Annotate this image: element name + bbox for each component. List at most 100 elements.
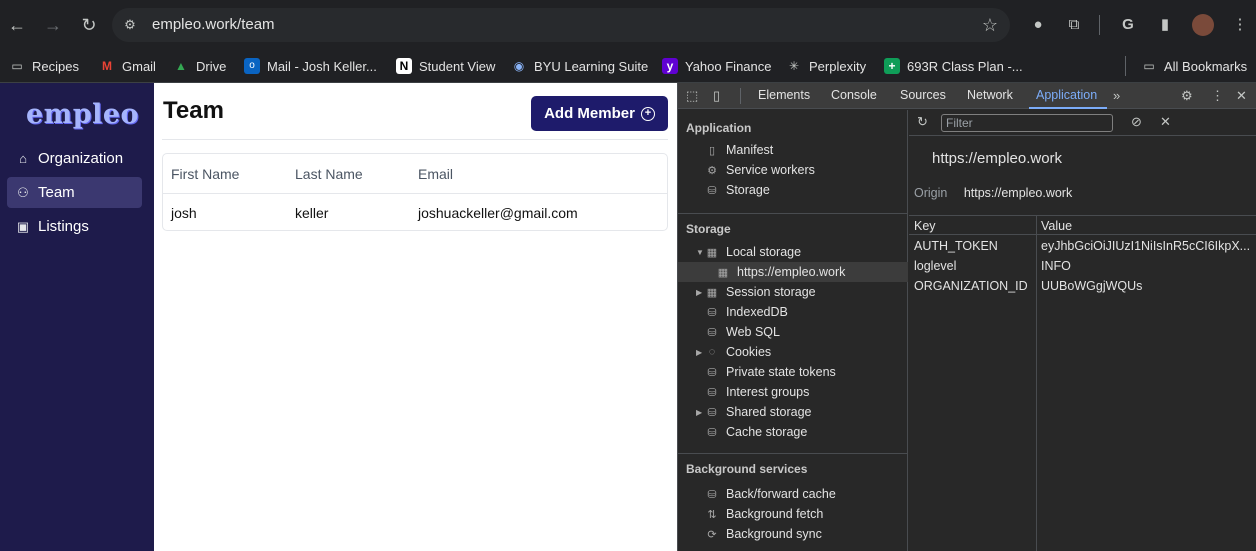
tree-item-service-workers[interactable]: ⚙ Service workers	[705, 160, 815, 180]
menu-dots-icon[interactable]: ⋮	[1229, 14, 1251, 36]
extensions-puzzle-icon[interactable]: ⧉	[1063, 14, 1085, 36]
tab-sources[interactable]: Sources	[900, 88, 946, 102]
tree-item-back-forward-cache[interactable]: ⛁ Back/forward cache	[705, 484, 835, 504]
tree-item-storage[interactable]: ⛁ Storage	[705, 180, 769, 200]
back-icon[interactable]: ←	[5, 13, 29, 37]
bookmark-item[interactable]: +693R Class Plan -...	[884, 55, 1023, 77]
bookmark-star-icon[interactable]: ☆	[982, 14, 998, 36]
tree-item-shared-storage[interactable]: ▶ ⛁ Shared storage	[696, 402, 811, 422]
tab-application[interactable]: Application	[1036, 88, 1097, 102]
origin-title: https://empleo.work	[932, 150, 1063, 167]
refresh-icon[interactable]: ↻	[917, 114, 928, 130]
tree-item-cache-storage[interactable]: ⛁ Cache storage	[705, 422, 807, 442]
origin-label: Origin	[914, 186, 948, 200]
google-icon[interactable]: G	[1117, 14, 1139, 36]
tree-item-local-storage-origin[interactable]: ▦ https://empleo.work	[716, 262, 846, 282]
more-options-icon[interactable]: ⋮	[1211, 88, 1224, 104]
database-icon: ⛁	[707, 306, 717, 319]
folder-icon: ▭	[11, 59, 23, 73]
tree-item-background-sync[interactable]: ⟳ Background sync	[705, 524, 822, 544]
bookmark-item[interactable]: ✳ Perplexity	[786, 55, 866, 77]
column-header-value[interactable]: Value	[1041, 219, 1072, 233]
yahoo-icon: y	[662, 58, 678, 74]
sidebar-item-team[interactable]: ⚇ Team	[7, 177, 142, 208]
tree-item-interest-groups[interactable]: ⛁ Interest groups	[705, 382, 809, 402]
more-tabs-icon[interactable]: »	[1113, 88, 1120, 104]
all-bookmarks[interactable]: ▭ All Bookmarks	[1141, 55, 1247, 77]
storage-detail-pane: ↻ Filter ⊘ ✕ https://empleo.work Origin …	[909, 110, 1256, 551]
row-divider	[163, 193, 667, 194]
database-icon: ⛁	[707, 386, 717, 399]
cookie-icon: ◌	[708, 346, 716, 358]
side-panel-icon[interactable]: ▮	[1154, 14, 1176, 36]
tree-item-private-state-tokens[interactable]: ⛁ Private state tokens	[705, 362, 835, 382]
bookmark-item[interactable]: ◉ BYU Learning Suite	[511, 55, 648, 77]
close-icon[interactable]: ✕	[1236, 88, 1247, 104]
devtools-tabbar: ⬚ ▯ Elements Console Sources Network App…	[678, 83, 1256, 109]
device-toolbar-icon[interactable]: ▯	[713, 88, 720, 104]
url-text[interactable]: empleo.work/team	[152, 16, 275, 34]
kv-value[interactable]: UUBoWGgjWQUs	[1041, 279, 1142, 293]
bookmark-item[interactable]: N Student View	[396, 55, 495, 77]
page-title: Team	[163, 97, 224, 124]
database-icon: ⛁	[707, 488, 717, 501]
address-bar[interactable]: ⚙ empleo.work/team ☆	[112, 8, 1010, 42]
tab-network[interactable]: Network	[967, 88, 1013, 102]
file-icon: ▯	[708, 144, 716, 157]
tree-item-local-storage[interactable]: ▼ ▦ Local storage	[696, 242, 801, 262]
kv-value[interactable]: INFO	[1041, 259, 1071, 273]
empleo-logo[interactable]: empleo	[26, 99, 139, 130]
tree-item-manifest[interactable]: ▯ Manifest	[705, 140, 773, 160]
perplexity-icon: ✳	[788, 59, 800, 73]
kv-key[interactable]: ORGANIZATION_ID	[914, 279, 1028, 293]
sidebar-item-label: Listings	[38, 218, 89, 235]
inspect-element-icon[interactable]: ⬚	[686, 88, 698, 104]
forward-icon[interactable]: →	[41, 13, 65, 37]
database-icon: ⛁	[707, 426, 717, 439]
expanded-triangle-icon: ▼	[696, 247, 704, 257]
briefcase-icon: ▣	[16, 218, 30, 234]
outlook-icon: o	[244, 58, 260, 74]
bookmarks-divider	[1125, 56, 1126, 76]
tab-console[interactable]: Console	[831, 88, 877, 102]
database-icon: ⛁	[707, 326, 717, 339]
bookmark-item[interactable]: ▭ Recipes	[9, 55, 79, 77]
tree-item-indexeddb[interactable]: ⛁ IndexedDB	[705, 302, 787, 322]
tree-item-cookies[interactable]: ▶ ◌ Cookies	[696, 342, 771, 362]
tree-item-web-sql[interactable]: ⛁ Web SQL	[705, 322, 780, 342]
bookmark-item[interactable]: o Mail - Josh Keller...	[244, 55, 377, 77]
notion-icon: N	[396, 58, 412, 74]
delete-selected-icon[interactable]: ✕	[1160, 114, 1171, 130]
bookmarks-bar: ▭ Recipes M Gmail ▲ Drive o Mail - Josh Kell…	[0, 50, 1256, 83]
tree-item-session-storage[interactable]: ▶ ▦ Session storage	[696, 282, 816, 302]
divider	[162, 139, 668, 140]
filter-toolbar: ↻ Filter ⊘ ✕	[909, 110, 1256, 136]
column-header: First Name	[171, 166, 240, 182]
globe-icon: ◉	[513, 59, 525, 73]
bookmark-item[interactable]: y Yahoo Finance	[662, 55, 772, 77]
bookmark-item[interactable]: ▲ Drive	[173, 55, 226, 77]
extension-icon[interactable]: ●	[1027, 14, 1049, 36]
sync-icon: ⟳	[707, 528, 717, 541]
kv-key[interactable]: loglevel	[914, 259, 956, 273]
filter-input[interactable]: Filter	[941, 114, 1113, 132]
bookmark-item[interactable]: M Gmail	[99, 55, 156, 77]
table-cell: joshuackeller@gmail.com	[418, 205, 578, 221]
reload-icon[interactable]: ↻	[77, 13, 101, 37]
kv-table-header: Key Value	[909, 215, 1256, 235]
profile-avatar[interactable]	[1192, 14, 1214, 36]
column-header-key[interactable]: Key	[914, 219, 936, 233]
kv-key[interactable]: AUTH_TOKEN	[914, 239, 998, 253]
folder-icon: ▭	[1143, 59, 1155, 73]
sidebar-item-organization[interactable]: ⌂ Organization	[7, 143, 142, 174]
tab-elements[interactable]: Elements	[758, 88, 810, 102]
tree-item-background-fetch[interactable]: ⇅ Background fetch	[705, 504, 823, 524]
kv-value[interactable]: eyJhbGciOiJIUzI1NiIsInR5cCI6IkpX...	[1041, 239, 1250, 253]
clear-all-icon[interactable]: ⊘	[1131, 114, 1142, 130]
settings-gear-icon[interactable]: ⚙	[1181, 88, 1193, 104]
database-icon: ⛁	[707, 184, 717, 197]
sidebar-item-listings[interactable]: ▣ Listings	[7, 211, 142, 242]
sheets-icon: +	[884, 58, 900, 74]
add-member-button[interactable]: Add Member +	[531, 96, 668, 131]
site-settings-icon[interactable]: ⚙	[122, 17, 138, 33]
